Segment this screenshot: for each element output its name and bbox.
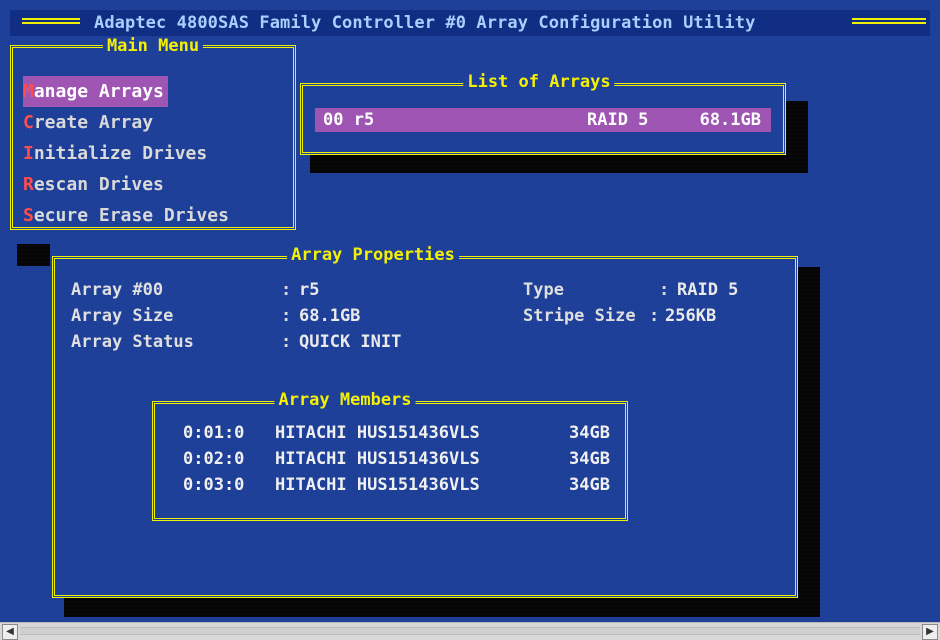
main-menu-list: Manage Arrays Create Array Initialize Dr… xyxy=(23,76,283,231)
separator-colon: : xyxy=(281,280,292,300)
array-list-row-selected[interactable]: 00 r5 RAID 5 68.1GB xyxy=(315,108,771,132)
array-raid-level: RAID 5 xyxy=(587,110,649,130)
array-status-value: QUICK INIT xyxy=(299,332,402,352)
member-size: 34GB xyxy=(569,423,610,443)
array-properties-grid: Array #00 : r5 Type : RAID 5 Array Size … xyxy=(71,277,771,367)
horizontal-scrollbar[interactable]: ◀ ▶ xyxy=(0,622,940,640)
array-number-value: r5 xyxy=(299,280,320,300)
member-row[interactable]: 0:03:0 HITACHI HUS151436VLS 34GB xyxy=(165,472,617,498)
menu-item-label: anage Arrays xyxy=(33,81,164,102)
scrollbar-track[interactable] xyxy=(20,627,920,635)
menu-item-label: reate Array xyxy=(33,112,154,133)
array-properties-panel: Array Properties Array #00 : r5 Type : R… xyxy=(52,245,798,598)
member-slot: 0:02:0 xyxy=(183,449,245,469)
list-of-arrays-title: List of Arrays xyxy=(463,72,615,92)
title-decoration-right xyxy=(852,18,926,24)
menu-item-hotkey: C xyxy=(23,112,34,133)
type-value: RAID 5 xyxy=(677,280,739,300)
type-label: Type xyxy=(523,280,564,300)
member-size: 34GB xyxy=(569,475,610,495)
menu-item-label: ecure Erase Drives xyxy=(33,205,229,226)
member-model: HITACHI HUS151436VLS xyxy=(275,475,480,495)
array-properties-title: Array Properties xyxy=(287,245,459,265)
separator-colon: : xyxy=(281,306,292,326)
array-members-panel: Array Members 0:01:0 HITACHI HUS151436VL… xyxy=(152,390,628,521)
menu-item-label: nitialize Drives xyxy=(33,143,208,164)
array-size: 68.1GB xyxy=(699,110,761,130)
menu-item-label: escan Drives xyxy=(33,174,164,195)
menu-item-rescan-drives[interactable]: Rescan Drives xyxy=(23,169,283,200)
stripe-size-value: 256KB xyxy=(665,306,717,326)
arrow-right-icon[interactable]: ▶ xyxy=(922,624,938,640)
bios-config-screen: Adaptec 4800SAS Family Controller #0 Arr… xyxy=(0,0,940,640)
array-size-label: Array Size xyxy=(71,306,174,326)
title-bar: Adaptec 4800SAS Family Controller #0 Arr… xyxy=(10,10,930,36)
main-menu-panel: Main Menu Manage Arrays Create Array Ini… xyxy=(10,36,296,231)
separator-colon: : xyxy=(659,280,670,300)
app-title: Adaptec 4800SAS Family Controller #0 Arr… xyxy=(94,13,756,33)
arrow-left-icon[interactable]: ◀ xyxy=(2,624,18,640)
array-name: 00 r5 xyxy=(323,110,375,130)
black-block xyxy=(17,244,50,266)
array-size-value: 68.1GB xyxy=(299,306,361,326)
array-members-title: Array Members xyxy=(274,390,416,410)
menu-item-create-array[interactable]: Create Array xyxy=(23,107,283,138)
menu-item-initialize-drives[interactable]: Initialize Drives xyxy=(23,138,283,169)
array-status-label: Array Status xyxy=(71,332,194,352)
member-row[interactable]: 0:02:0 HITACHI HUS151436VLS 34GB xyxy=(165,446,617,472)
menu-item-manage-arrays[interactable]: Manage Arrays xyxy=(23,76,168,107)
member-size: 34GB xyxy=(569,449,610,469)
separator-colon: : xyxy=(649,306,660,326)
menu-item-hotkey: R xyxy=(23,174,34,195)
menu-item-hotkey: I xyxy=(23,143,34,164)
menu-item-hotkey: M xyxy=(23,81,34,102)
menu-item-secure-erase-drives[interactable]: Secure Erase Drives xyxy=(23,200,283,231)
separator-colon: : xyxy=(281,332,292,352)
title-decoration-left xyxy=(22,18,80,24)
member-slot: 0:01:0 xyxy=(183,423,245,443)
member-row[interactable]: 0:01:0 HITACHI HUS151436VLS 34GB xyxy=(165,420,617,446)
array-members-table: 0:01:0 HITACHI HUS151436VLS 34GB 0:02:0 … xyxy=(165,420,617,498)
member-model: HITACHI HUS151436VLS xyxy=(275,449,480,469)
member-slot: 0:03:0 xyxy=(183,475,245,495)
list-of-arrays-panel: List of Arrays 00 r5 RAID 5 68.1GB xyxy=(300,72,786,155)
stripe-size-label: Stripe Size xyxy=(523,306,636,326)
main-menu-title: Main Menu xyxy=(102,36,204,56)
array-number-label: Array #00 xyxy=(71,280,164,300)
member-model: HITACHI HUS151436VLS xyxy=(275,423,480,443)
menu-item-hotkey: S xyxy=(23,205,34,226)
